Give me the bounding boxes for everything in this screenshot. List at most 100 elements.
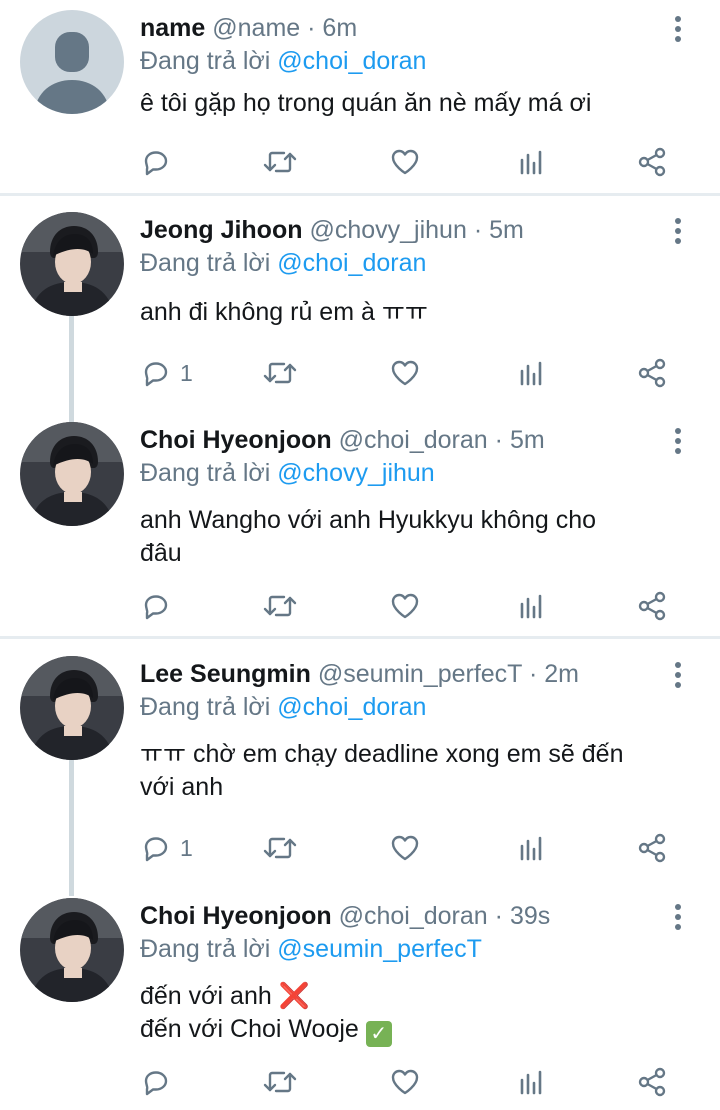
reply-prefix: Đang trả lời [140,935,271,963]
reply-icon [140,357,172,389]
like-icon [389,357,421,389]
timestamp[interactable]: 6m [322,14,357,42]
reply-icon [140,146,172,178]
display-name[interactable]: Lee Seungmin [140,660,311,688]
share-button[interactable] [636,1062,668,1102]
tweet-text: ê tôi gặp họ trong quán ăn nè mấy má ơi [140,89,592,117]
like-button[interactable] [389,828,421,868]
user-handle[interactable]: @seumin_perfecT [318,660,522,688]
avatar[interactable] [20,422,124,526]
display-name[interactable]: Choi Hyeonjoon [140,426,332,454]
reply-prefix: Đang trả lời [140,249,271,277]
more-icon[interactable] [672,218,684,246]
reply-context: Đang trả lời @seumin_perfecT [140,932,670,966]
reply-button[interactable] [140,142,172,182]
like-button[interactable] [389,1062,421,1102]
reply-context: Đang trả lời @choi_doran [140,246,670,280]
share-button[interactable] [636,142,668,182]
separator-dot: · [473,216,483,244]
retweet-button[interactable] [262,353,298,393]
display-name[interactable]: Jeong Jihoon [140,216,303,244]
timestamp[interactable]: 2m [544,660,579,688]
share-button[interactable] [636,828,668,868]
user-handle[interactable]: @choi_doran [339,902,488,930]
reply-prefix: Đang trả lời [140,459,271,487]
analytics-button[interactable] [516,353,548,393]
avatar[interactable] [20,898,124,1002]
like-button[interactable] [389,586,421,626]
analytics-button[interactable] [516,1062,548,1102]
analytics-button[interactable] [516,828,548,868]
tweet[interactable]: Choi Hyeonjoon @choi_doran · 39s Đang tr… [0,882,720,1110]
tweet[interactable]: Lee Seungmin @seumin_perfecT · 2m Đang t… [0,640,720,884]
more-icon[interactable] [672,904,684,932]
tweet-text: ㅠㅠ chờ em chạy deadline xong em sẽ đến v… [140,738,670,804]
tweet-actions: 1 [140,353,684,393]
retweet-icon [262,1066,298,1098]
tweet-text-line: anh Wangho với anh Hyukkyu không cho [140,506,597,534]
analytics-icon [516,146,548,178]
reply-mention-link[interactable]: @choi_doran [277,249,426,277]
reply-context: Đang trả lời @choi_doran [140,690,670,724]
reply-icon [140,1066,172,1098]
reply-count: 1 [180,359,193,386]
reply-mention-link[interactable]: @seumin_perfecT [277,935,482,963]
retweet-icon [262,832,298,864]
analytics-button[interactable] [516,142,548,182]
like-button[interactable] [389,353,421,393]
default-avatar-icon [20,10,124,114]
separator-dot: · [494,426,503,454]
retweet-button[interactable] [262,828,298,868]
analytics-icon [516,590,548,622]
separator-dot: · [528,660,538,688]
reply-prefix: Đang trả lời [140,693,271,721]
avatar[interactable] [20,656,124,760]
avatar[interactable] [20,212,124,316]
tweet[interactable]: Jeong Jihoon @chovy_jihun · 5m Đang trả … [0,196,720,406]
profile-photo [20,422,124,526]
profile-photo [20,898,124,1002]
like-icon [389,590,421,622]
more-icon[interactable] [672,16,684,44]
cross-mark-emoji: ❌ [278,982,310,1010]
analytics-icon [516,357,548,389]
display-name[interactable]: Choi Hyeonjoon [140,902,332,930]
tweet[interactable]: name @name · 6m Đang trả lời @choi_doran… [0,0,720,195]
reply-mention-link[interactable]: @choi_doran [277,693,426,721]
tweet-text: anh đi không rủ em à ㅠㅠ [140,298,428,326]
timestamp[interactable]: 5m [510,426,545,454]
reply-button[interactable]: 1 [140,353,193,393]
display-name[interactable]: name [140,14,205,42]
more-icon[interactable] [672,428,684,456]
more-icon[interactable] [672,662,684,690]
reply-icon [140,590,172,622]
reply-context: Đang trả lời @choi_doran [140,44,670,78]
share-button[interactable] [636,586,668,626]
reply-mention-link[interactable]: @chovy_jihun [277,459,434,487]
user-handle[interactable]: @choi_doran [339,426,488,454]
analytics-button[interactable] [516,586,548,626]
avatar[interactable] [20,10,124,114]
tweet-text-line: đâu [140,539,182,567]
reply-button[interactable] [140,1062,172,1102]
retweet-button[interactable] [262,586,298,626]
tweet-text-line: đến với Choi Wooje ✓ [140,1013,670,1047]
tweet-text: anh Wangho với anh Hyukkyu không cho đâu [140,504,670,570]
reply-context: Đang trả lời @chovy_jihun [140,456,670,490]
share-button[interactable] [636,353,668,393]
timestamp[interactable]: 39s [510,902,550,930]
tweet[interactable]: Choi Hyeonjoon @choi_doran · 5m Đang trả… [0,406,720,636]
reply-mention-link[interactable]: @choi_doran [277,47,426,75]
reply-button[interactable]: 1 [140,828,193,868]
user-handle[interactable]: @name [212,14,300,42]
like-icon [389,146,421,178]
like-icon [389,832,421,864]
retweet-button[interactable] [262,1062,298,1102]
tweet-actions [140,586,684,626]
timestamp[interactable]: 5m [489,216,524,244]
divider [0,636,720,639]
like-button[interactable] [389,142,421,182]
retweet-button[interactable] [262,142,298,182]
reply-button[interactable] [140,586,172,626]
user-handle[interactable]: @chovy_jihun [309,216,466,244]
